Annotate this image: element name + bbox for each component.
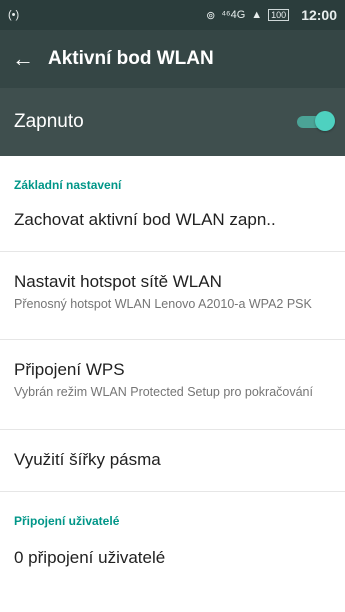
master-switch-row[interactable]: Zapnuto	[0, 88, 345, 156]
section-header-users: Připojení uživatelé	[14, 514, 120, 528]
wps-connection-item[interactable]: Připojení WPS Vybrán režim WLAN Protecte…	[0, 340, 345, 430]
item-title: Připojení WPS	[14, 360, 125, 379]
toggle-thumb	[315, 111, 335, 131]
signal-icon: ▲	[251, 9, 263, 21]
item-title: Využití šířky pásma	[14, 450, 161, 469]
configure-hotspot-item[interactable]: Nastavit hotspot sítě WLAN Přenosný hots…	[0, 252, 345, 340]
wifi-tether-icon: ⊚	[206, 9, 216, 22]
keep-hotspot-on-item[interactable]: Zachovat aktivní bod WLAN zapn..	[0, 198, 345, 252]
bandwidth-usage-item[interactable]: Využití šířky pásma	[0, 430, 345, 492]
network-type: ⁴⁶4G	[221, 9, 246, 21]
item-subtitle: Přenosný hotspot WLAN Lenovo A2010-a WPA…	[14, 297, 312, 311]
item-title: Nastavit hotspot sítě WLAN	[14, 272, 222, 291]
status-bar: (•) ⊚ ⁴⁶4G ▲ 100 12:00	[0, 0, 345, 30]
page-title: Aktivní bod WLAN	[48, 48, 214, 69]
status-icons: ⊚ ⁴⁶4G ▲ 100 12:00	[206, 7, 337, 23]
item-subtitle: Vybrán režim WLAN Protected Setup pro po…	[14, 385, 313, 399]
back-arrow-icon[interactable]: ←	[12, 48, 48, 70]
item-title: 0 připojení uživatelé	[14, 548, 166, 567]
hotspot-toggle[interactable]	[297, 111, 335, 131]
battery-icon: 100	[268, 9, 290, 21]
switch-label: Zapnuto	[14, 111, 84, 132]
connected-users-item[interactable]: 0 připojení uživatelé	[0, 540, 345, 568]
hotspot-status-icon: (•)	[8, 9, 20, 21]
app-bar: ← Aktivní bod WLAN	[0, 30, 345, 88]
clock: 12:00	[301, 7, 337, 23]
section-header-basic: Základní nastavení	[14, 178, 122, 192]
item-title: Zachovat aktivní bod WLAN zapn..	[14, 210, 276, 229]
